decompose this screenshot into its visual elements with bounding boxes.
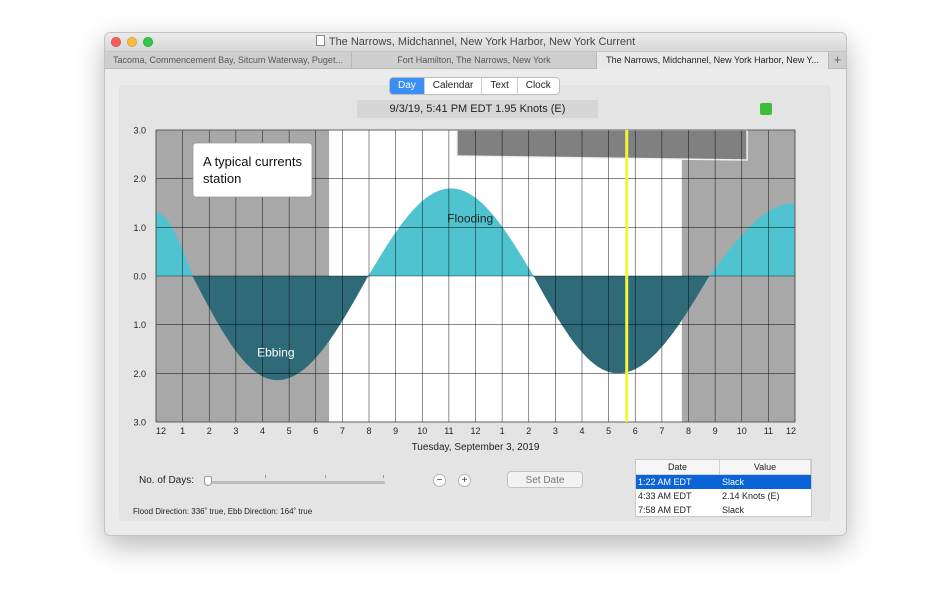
x-tick-label: 6 xyxy=(313,426,318,436)
row-value: Slack xyxy=(722,505,745,515)
x-tick-label: 1 xyxy=(180,426,185,436)
x-tick-label: 2 xyxy=(526,426,531,436)
x-tick-label: 5 xyxy=(606,426,611,436)
x-tick-label: 11 xyxy=(764,426,773,436)
y-tick-label: 1.0 xyxy=(133,223,146,233)
app-window: The Narrows, Midchannel, New York Harbor… xyxy=(104,32,847,536)
decrement-day-button[interactable]: − xyxy=(433,474,446,487)
direction-info: Flood Direction: 336˚ true, Ebb Directio… xyxy=(133,507,313,516)
x-tick-label: 7 xyxy=(340,426,345,436)
x-tick-label: 10 xyxy=(737,426,747,436)
callout-box xyxy=(192,142,313,198)
table-row[interactable]: 4:33 AM EDT 2.14 Knots (E) xyxy=(636,489,811,503)
y-tick-label: 0.0 xyxy=(133,272,146,282)
x-tick-label: 12 xyxy=(786,426,796,436)
x-tick-label: 2 xyxy=(207,426,212,436)
callout-text: A typical currents xyxy=(203,154,302,169)
increment-day-button[interactable]: + xyxy=(458,474,471,487)
y-tick-label: 3.0 xyxy=(133,418,146,428)
x-tick-label: 3 xyxy=(233,426,238,436)
x-tick-label: 3 xyxy=(553,426,558,436)
row-date: 1:22 AM EDT xyxy=(638,477,692,487)
x-tick-label: 4 xyxy=(260,426,265,436)
set-date-button[interactable]: Set Date xyxy=(507,471,583,488)
slider-tick xyxy=(325,475,326,478)
x-tick-label: 12 xyxy=(470,426,480,436)
chart-x-axis-title: Tuesday, September 3, 2019 xyxy=(411,442,540,453)
y-tick-label: 3.0 xyxy=(133,126,146,136)
column-header-date[interactable]: Date xyxy=(636,460,720,474)
x-tick-label: 10 xyxy=(417,426,427,436)
y-tick-label: 2.0 xyxy=(133,174,146,184)
y-tick-label: 2.0 xyxy=(133,369,146,379)
x-tick-label: 9 xyxy=(393,426,398,436)
column-header-value[interactable]: Value xyxy=(720,460,811,474)
time-band xyxy=(456,129,748,161)
tide-current-chart[interactable]: 3.02.01.00.01.02.03.012 1 2 3 4 5 6 7 8 9 10 11 12 1 2… xyxy=(105,33,846,463)
x-tick-label: 6 xyxy=(633,426,638,436)
row-value: 2.14 Knots (E) xyxy=(722,491,780,501)
y-tick-label: 1.0 xyxy=(133,320,146,330)
table-row[interactable]: 7:58 AM EDT Slack xyxy=(636,503,811,517)
days-slider-track[interactable] xyxy=(205,481,385,484)
table-header: Date Value xyxy=(636,460,811,475)
row-value: Slack xyxy=(722,477,745,487)
x-tick-label: 9 xyxy=(713,426,718,436)
days-slider-knob[interactable] xyxy=(204,476,212,486)
x-tick-label: 11 xyxy=(444,426,453,436)
x-tick-label: 8 xyxy=(366,426,371,436)
days-label: No. of Days: xyxy=(139,475,195,486)
slider-tick xyxy=(265,475,266,478)
slider-tick xyxy=(383,475,384,478)
callout-text: station xyxy=(203,171,241,186)
row-date: 7:58 AM EDT xyxy=(638,505,692,515)
events-table: Date Value 1:22 AM EDT Slack 4:33 AM EDT… xyxy=(635,459,812,517)
row-date: 4:33 AM EDT xyxy=(638,491,692,501)
x-tick-label: 7 xyxy=(659,426,664,436)
x-tick-label: 1 xyxy=(500,426,505,436)
x-tick-label: 8 xyxy=(686,426,691,436)
flood-label: Flooding xyxy=(447,211,493,225)
table-row[interactable]: 1:22 AM EDT Slack xyxy=(636,475,811,489)
x-tick-label: 5 xyxy=(287,426,292,436)
ebb-label: Ebbing xyxy=(257,345,294,359)
x-tick-label: 4 xyxy=(579,426,584,436)
x-tick-label: 12 xyxy=(156,426,166,436)
